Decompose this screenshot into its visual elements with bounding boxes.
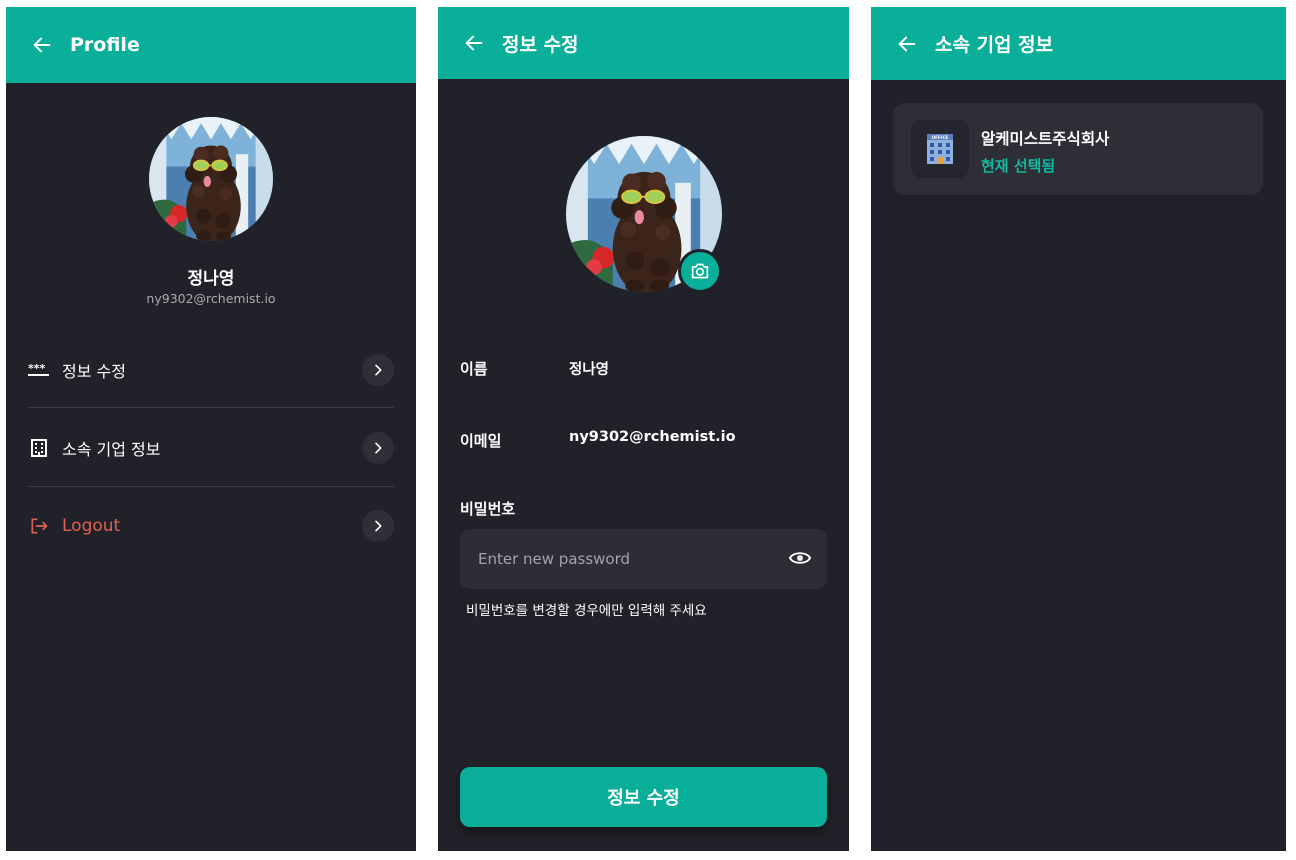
back-button[interactable] <box>462 31 486 55</box>
profile-screen: Profile 정나영 ny9302@rchemist.io *** 정보 수정… <box>6 7 416 851</box>
avatar <box>149 117 273 241</box>
toggle-password-visibility-button[interactable] <box>787 545 813 571</box>
back-button[interactable] <box>30 33 54 57</box>
chevron-right-icon <box>362 510 394 542</box>
app-header: 정보 수정 <box>438 7 849 79</box>
back-button[interactable] <box>895 32 919 56</box>
logo-text: OFFICE <box>932 135 949 140</box>
arrow-left-icon <box>463 32 485 54</box>
password-dots-icon: *** <box>28 359 50 381</box>
email-label: 이메일 <box>460 432 502 450</box>
page-title: 소속 기업 정보 <box>935 34 1054 56</box>
password-field-wrapper <box>460 529 827 589</box>
arrow-left-icon <box>896 33 918 55</box>
email-value: ny9302@rchemist.io <box>569 429 736 445</box>
menu-item-label: 정보 수정 <box>62 362 126 381</box>
camera-icon <box>691 263 709 279</box>
building-icon <box>28 437 50 459</box>
app-header: Profile <box>6 7 416 83</box>
menu-item-label: Logout <box>62 516 121 536</box>
name-label: 이름 <box>460 360 488 378</box>
company-card[interactable]: OFFICE 알케미스트주식회사 현재 선택됨 <box>893 103 1263 195</box>
menu-item-label: 소속 기업 정보 <box>62 440 161 459</box>
page-title: Profile <box>70 34 140 56</box>
password-input[interactable] <box>460 529 780 589</box>
change-photo-button[interactable] <box>678 249 722 293</box>
company-name: 알케미스트주식회사 <box>981 130 1110 148</box>
user-email: ny9302@rchemist.io <box>146 291 276 306</box>
company-status: 현재 선택됨 <box>981 157 1056 175</box>
password-hint: 비밀번호를 변경할 경우에만 입력해 주세요 <box>466 603 707 619</box>
app-header: 소속 기업 정보 <box>871 7 1286 80</box>
svg-text:***: *** <box>28 363 46 375</box>
name-value: 정나영 <box>569 362 610 378</box>
eye-icon <box>789 552 811 564</box>
company-info-screen: 소속 기업 정보 OFFICE 알케미스트주식회사 현재 선택됨 <box>871 7 1286 851</box>
chevron-right-icon <box>362 354 394 386</box>
chevron-right-icon <box>362 432 394 464</box>
user-name: 정나영 <box>187 269 235 289</box>
menu-item-edit-info[interactable]: *** 정보 수정 <box>28 331 394 409</box>
menu-item-company-info[interactable]: 소속 기업 정보 <box>28 409 394 487</box>
arrow-left-icon <box>31 34 53 56</box>
logout-icon <box>28 515 50 537</box>
office-building-icon: OFFICE <box>911 120 969 178</box>
submit-edit-button[interactable]: 정보 수정 <box>460 767 827 827</box>
menu-item-logout[interactable]: Logout <box>28 487 394 565</box>
divider <box>28 407 394 408</box>
page-title: 정보 수정 <box>502 33 579 56</box>
edit-info-screen: 정보 수정 이름 정나영 이메일 ny9302@rchemist.io 비밀번호… <box>438 7 849 851</box>
password-label: 비밀번호 <box>460 500 516 518</box>
